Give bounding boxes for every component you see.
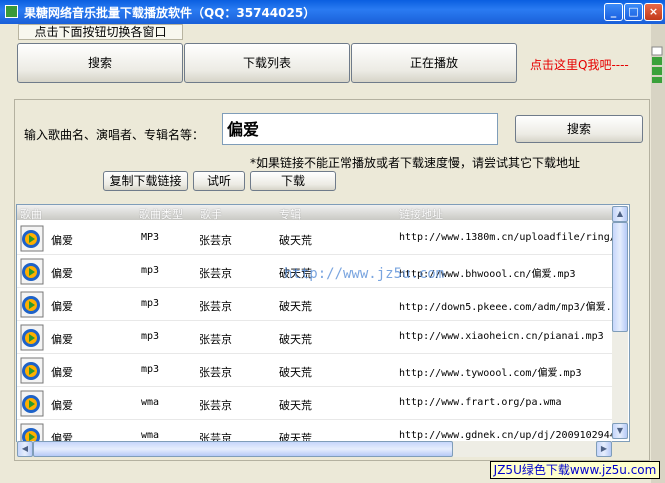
tab-download-list-button[interactable]: 下载列表 xyxy=(184,43,350,83)
maximize-icon: □ xyxy=(628,5,639,18)
switch-section-label: 点击下面按钮切换各窗口 xyxy=(18,24,183,40)
download-button[interactable]: 下载 xyxy=(250,171,336,191)
song-cell: 偏爱 xyxy=(51,333,73,346)
column-header-url[interactable]: 链接地址 xyxy=(399,206,443,222)
song-cell: 偏爱 xyxy=(51,399,73,412)
album-cell: 破天荒 xyxy=(279,399,312,412)
singer-cell: 张芸京 xyxy=(199,234,232,247)
close-button[interactable]: × xyxy=(644,3,663,21)
vertical-scroll-thumb[interactable] xyxy=(612,222,628,332)
column-header-song[interactable]: 歌曲 xyxy=(20,206,42,222)
album-cell: 破天荒 xyxy=(279,300,312,313)
site-badge: JZ5U绿色下载www.jz5u.com xyxy=(490,461,660,479)
url-cell: http://www.frart.org/pa.wma xyxy=(399,397,562,408)
type-cell: mp3 xyxy=(141,364,160,375)
song-cell: 偏爱 xyxy=(51,267,73,280)
media-player-icon xyxy=(20,225,44,252)
scroll-up-button[interactable]: ▲ xyxy=(612,206,628,222)
results-header: 歌曲 歌曲类型 歌手 专辑 链接地址 xyxy=(17,205,613,222)
table-row[interactable]: 偏爱 mp3 张芸京 破天荒 http://www.tywoool.com/偏爱.mp3 xyxy=(17,354,613,387)
table-row[interactable]: 偏爱 mp3 张芸京 破天荒 http://down5.pkeee.com/adm/mp… xyxy=(17,288,618,321)
arrow-up-icon: ▲ xyxy=(616,209,624,218)
table-row[interactable]: 偏爱 wma 张芸京 破天荒 http://www.gdnek.cn/up/dj/200… xyxy=(17,420,622,441)
results-list[interactable]: 歌曲 歌曲类型 歌手 专辑 链接地址 偏爱 MP3 张芸京 破天荒 http://www… xyxy=(16,204,630,442)
singer-cell: 张芸京 xyxy=(199,333,232,346)
search-label: 输入歌曲名、演唱者、专辑名等： xyxy=(24,128,205,142)
song-cell: 偏爱 xyxy=(51,234,73,247)
minimize-button[interactable]: _ xyxy=(604,3,623,21)
type-cell: MP3 xyxy=(141,232,160,243)
vertical-scrollbar[interactable]: ▲ ▼ xyxy=(612,206,628,439)
url-cell: http://www.xiaoheicn.cn/pianai.mp3 xyxy=(399,331,604,342)
media-player-icon xyxy=(20,324,44,351)
tab-search-button[interactable]: 搜索 xyxy=(17,43,183,83)
arrow-right-icon: ▶ xyxy=(600,444,608,453)
app-icon xyxy=(5,5,18,18)
song-cell: 偏爱 xyxy=(51,300,73,313)
type-cell: mp3 xyxy=(141,265,160,276)
column-header-album[interactable]: 专辑 xyxy=(279,206,301,222)
table-row[interactable]: 偏爱 MP3 张芸京 破天荒 http://www.1380m.cn/uploadfil… xyxy=(17,222,622,255)
maximize-button[interactable]: □ xyxy=(624,3,643,21)
preview-button[interactable]: 试听 xyxy=(193,171,245,191)
album-cell: 破天荒 xyxy=(279,366,312,379)
table-row[interactable]: 偏爱 wma 张芸京 破天荒 http://www.frart.org/pa.wma xyxy=(17,387,613,420)
arrow-down-icon: ▼ xyxy=(616,426,624,435)
scroll-left-button[interactable]: ◀ xyxy=(17,441,33,457)
url-cell: http://www.gdnek.cn/up/dj/20091029440 xyxy=(399,430,622,441)
minimize-icon: _ xyxy=(610,5,617,18)
scroll-down-button[interactable]: ▼ xyxy=(612,423,628,439)
tab-now-playing-button[interactable]: 正在播放 xyxy=(351,43,517,83)
media-player-icon xyxy=(20,258,44,285)
media-player-icon xyxy=(20,390,44,417)
search-input[interactable]: 偏爱 xyxy=(222,113,498,145)
window-title: 果糖网络音乐批量下载播放软件（QQ：35744025） xyxy=(24,6,316,20)
singer-cell: 张芸京 xyxy=(199,267,232,280)
album-cell: 破天荒 xyxy=(279,333,312,346)
type-cell: wma xyxy=(141,430,160,441)
url-cell: http://www.tywoool.com/偏爱.mp3 xyxy=(399,368,582,379)
horizontal-scrollbar[interactable]: ◀ ▶ xyxy=(17,441,612,457)
table-row[interactable]: 偏爱 mp3 张芸京 破天荒 http://www.xiaoheicn.cn/piana… xyxy=(17,321,613,354)
link-notice: *如果链接不能正常播放或者下载速度慢，请尝试其它下载地址 xyxy=(250,156,581,170)
arrow-left-icon: ◀ xyxy=(21,444,29,453)
url-cell: http://down5.pkeee.com/adm/mp3/偏爱.m xyxy=(399,302,618,313)
singer-cell: 张芸京 xyxy=(199,399,232,412)
type-cell: wma xyxy=(141,397,160,408)
url-cell: http://www.1380m.cn/uploadfile/ring/2 xyxy=(399,232,622,243)
media-player-icon xyxy=(20,357,44,384)
copy-download-link-button[interactable]: 复制下载链接 xyxy=(103,171,188,191)
search-button[interactable]: 搜索 xyxy=(515,115,643,143)
qq-contact-link[interactable]: 点击这里Q我吧---- xyxy=(530,56,629,73)
singer-cell: 张芸京 xyxy=(199,300,232,313)
close-icon: × xyxy=(648,5,659,18)
type-cell: mp3 xyxy=(141,331,160,342)
type-cell: mp3 xyxy=(141,298,160,309)
signal-icon xyxy=(651,46,663,83)
scroll-right-button[interactable]: ▶ xyxy=(596,441,612,457)
media-player-icon xyxy=(20,291,44,318)
column-header-singer[interactable]: 歌手 xyxy=(200,206,222,222)
album-cell: 破天荒 xyxy=(279,234,312,247)
singer-cell: 张芸京 xyxy=(199,366,232,379)
watermark-text: http://www.jz5u.com xyxy=(284,266,445,282)
column-header-type[interactable]: 歌曲类型 xyxy=(139,206,183,222)
side-strip xyxy=(651,24,665,483)
title-bar[interactable]: 果糖网络音乐批量下载播放软件（QQ：35744025） _ □ × xyxy=(0,0,665,24)
song-cell: 偏爱 xyxy=(51,366,73,379)
media-player-icon xyxy=(20,423,44,441)
horizontal-scroll-thumb[interactable] xyxy=(33,441,453,457)
